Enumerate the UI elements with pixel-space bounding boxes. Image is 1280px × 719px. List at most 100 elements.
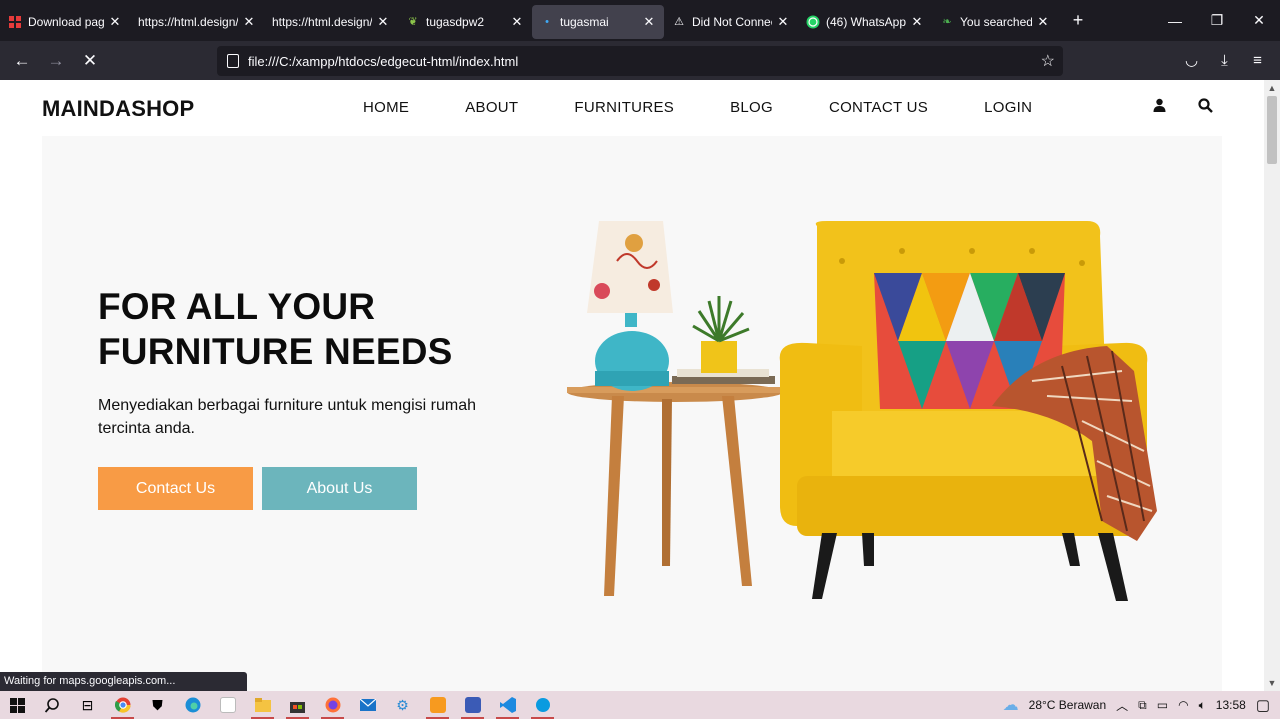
tab-title: Did Not Connect (692, 14, 772, 29)
about-us-button[interactable]: About Us (262, 467, 417, 510)
bookmark-star-icon[interactable]: ☆ (1041, 51, 1055, 71)
tab-title: (46) WhatsApp (826, 14, 906, 29)
warning-icon: ⚠ (674, 16, 684, 28)
tab-title: Download page (28, 14, 104, 29)
back-arrow-icon[interactable]: ← (5, 46, 39, 76)
wifi-icon[interactable]: ◠ (1178, 698, 1188, 712)
navigation-toolbar: ← → ✕ file:///C:/xampp/htdocs/edgecut-ht… (0, 41, 1280, 80)
whatsapp-icon (806, 15, 820, 29)
scroll-thumb[interactable] (1267, 96, 1277, 164)
tab-title: https://html.design/ (138, 14, 238, 29)
tab-html-design-2[interactable]: https://html.design/ ✕ (264, 5, 398, 39)
furniture-illustration (567, 221, 1157, 601)
site-header: MAINDASHOP HOME ABOUT FURNITURES BLOG CO… (0, 80, 1264, 136)
tab-strip: Download page ✕ https://html.design/ ✕ h… (0, 0, 1280, 41)
sprout-icon: ❦ (408, 16, 418, 28)
lamp (587, 221, 673, 391)
hero-description: Menyediakan berbagai furniture untuk men… (98, 397, 476, 437)
user-icon[interactable] (1153, 98, 1166, 116)
visual-studio-icon[interactable] (455, 691, 490, 719)
mail-icon[interactable] (350, 691, 385, 719)
download-icon[interactable]: ⤓ (1208, 45, 1241, 75)
file-explorer-icon[interactable] (245, 691, 280, 719)
settings-app-icon[interactable]: ⚙ (385, 691, 420, 719)
close-tab-icon[interactable]: ✕ (242, 14, 256, 30)
store-bag-icon[interactable] (280, 691, 315, 719)
search-icon[interactable] (1198, 98, 1213, 117)
books-and-plant (672, 296, 775, 384)
chat-bubble-icon[interactable] (525, 691, 560, 719)
tab-title: tugasmai (560, 14, 609, 29)
site-logo[interactable]: MAINDASHOP (42, 96, 194, 122)
tab-title: You searched for (960, 14, 1032, 29)
window-controls: — ❐ ✕ (1154, 0, 1280, 41)
hero-title: FOR ALL YOUR FURNITURE NEEDS (98, 286, 453, 372)
minimize-icon[interactable]: — (1154, 0, 1196, 41)
main-menu: HOME ABOUT FURNITURES BLOG CONTACT US LO… (363, 99, 1088, 116)
tab-did-not-connect[interactable]: ⚠ Did Not Connect ✕ (664, 5, 798, 39)
status-bar: Waiting for maps.googleapis.com... (0, 672, 247, 691)
menu-login[interactable]: LOGIN (984, 99, 1032, 116)
tab-title: tugasdpw2 (426, 14, 485, 29)
new-tab-button[interactable]: + (1064, 7, 1092, 35)
pocket-icon[interactable]: ◡ (1175, 45, 1208, 75)
tray-chevron-up-icon[interactable]: ︿ (1116, 697, 1128, 714)
menu-hamburger-icon[interactable]: ≡ (1241, 45, 1274, 75)
tab-download-page[interactable]: Download page ✕ (0, 5, 130, 39)
menu-furnitures[interactable]: FURNITURES (574, 99, 674, 116)
edge-taskbar-icon[interactable] (175, 691, 210, 719)
sublime-text-icon[interactable] (420, 691, 455, 719)
tab-html-design-1[interactable]: https://html.design/ ✕ (130, 5, 264, 39)
page-scrollbar[interactable]: ▲ ▼ (1264, 80, 1280, 691)
close-tab-icon[interactable]: ✕ (1036, 14, 1050, 30)
windows-start-icon[interactable] (0, 691, 35, 719)
close-tab-icon[interactable]: ✕ (376, 14, 390, 30)
menu-blog[interactable]: BLOG (730, 99, 773, 116)
windows-taskbar: ⊟ ⛊ ⚙ ☁ 28°C Berawan ︿ ⧉ ▭ ◠ 🔈︎ 13:58 ▢ (0, 691, 1280, 719)
close-tab-icon[interactable]: ✕ (776, 14, 790, 30)
contact-us-button[interactable]: Contact Us (98, 467, 253, 510)
tab-tugasmai[interactable]: • tugasmai ✕ (532, 4, 664, 39)
loading-dot-icon: • (545, 15, 549, 28)
address-bar[interactable]: file:///C:/xampp/htdocs/edgecut-html/ind… (217, 46, 1063, 76)
meet-now-icon[interactable]: ⧉ (1138, 698, 1147, 713)
close-tab-icon[interactable]: ✕ (910, 14, 924, 30)
scroll-up-arrow-icon[interactable]: ▲ (1264, 80, 1280, 96)
restore-icon[interactable]: ❐ (1196, 0, 1238, 41)
search-taskbar-icon[interactable] (35, 691, 70, 719)
shield-vpn-icon[interactable]: ⛊ (140, 691, 175, 719)
app-grid-icon (8, 15, 22, 29)
volume-icon[interactable]: 🔈︎ (1199, 698, 1206, 713)
task-view-icon[interactable]: ⊟ (70, 691, 105, 719)
tab-title: https://html.design/ (272, 14, 372, 29)
firefox-taskbar-icon[interactable] (315, 691, 350, 719)
close-tab-icon[interactable]: ✕ (642, 14, 656, 30)
chrome-taskbar-icon[interactable] (105, 691, 140, 719)
url-text: file:///C:/xampp/htdocs/edgecut-html/ind… (248, 53, 519, 69)
note-app-icon[interactable] (210, 691, 245, 719)
menu-contact-us[interactable]: CONTACT US (829, 99, 928, 116)
notification-icon[interactable]: ▢ (1256, 696, 1270, 714)
page-viewport: MAINDASHOP HOME ABOUT FURNITURES BLOG CO… (0, 80, 1264, 691)
vscode-icon[interactable] (490, 691, 525, 719)
hero-section: FOR ALL YOUR FURNITURE NEEDS Menyediakan… (42, 136, 1222, 691)
weather-text[interactable]: 28°C Berawan (1029, 698, 1107, 712)
stop-loading-icon[interactable]: ✕ (73, 46, 107, 76)
clock-time[interactable]: 13:58 (1216, 698, 1246, 712)
forward-arrow-icon[interactable]: → (39, 46, 73, 76)
close-tab-icon[interactable]: ✕ (510, 14, 524, 30)
scroll-down-arrow-icon[interactable]: ▼ (1264, 675, 1280, 691)
tab-whatsapp[interactable]: (46) WhatsApp ✕ (798, 5, 932, 39)
weather-cloud-icon: ☁ (1002, 697, 1019, 714)
battery-icon[interactable]: ▭ (1157, 698, 1168, 712)
page-icon (227, 54, 239, 68)
close-window-icon[interactable]: ✕ (1238, 0, 1280, 41)
close-tab-icon[interactable]: ✕ (108, 14, 122, 30)
system-tray: ☁ 28°C Berawan ︿ ⧉ ▭ ◠ 🔈︎ 13:58 ▢ (1003, 691, 1280, 719)
tab-tugasdpw2[interactable]: ❦ tugasdpw2 ✕ (398, 5, 532, 39)
tab-search[interactable]: ❧ You searched for ✕ (932, 5, 1058, 39)
side-table (567, 382, 783, 596)
menu-home[interactable]: HOME (363, 99, 409, 116)
menu-about[interactable]: ABOUT (465, 99, 518, 116)
leaf-icon: ❧ (942, 16, 952, 28)
